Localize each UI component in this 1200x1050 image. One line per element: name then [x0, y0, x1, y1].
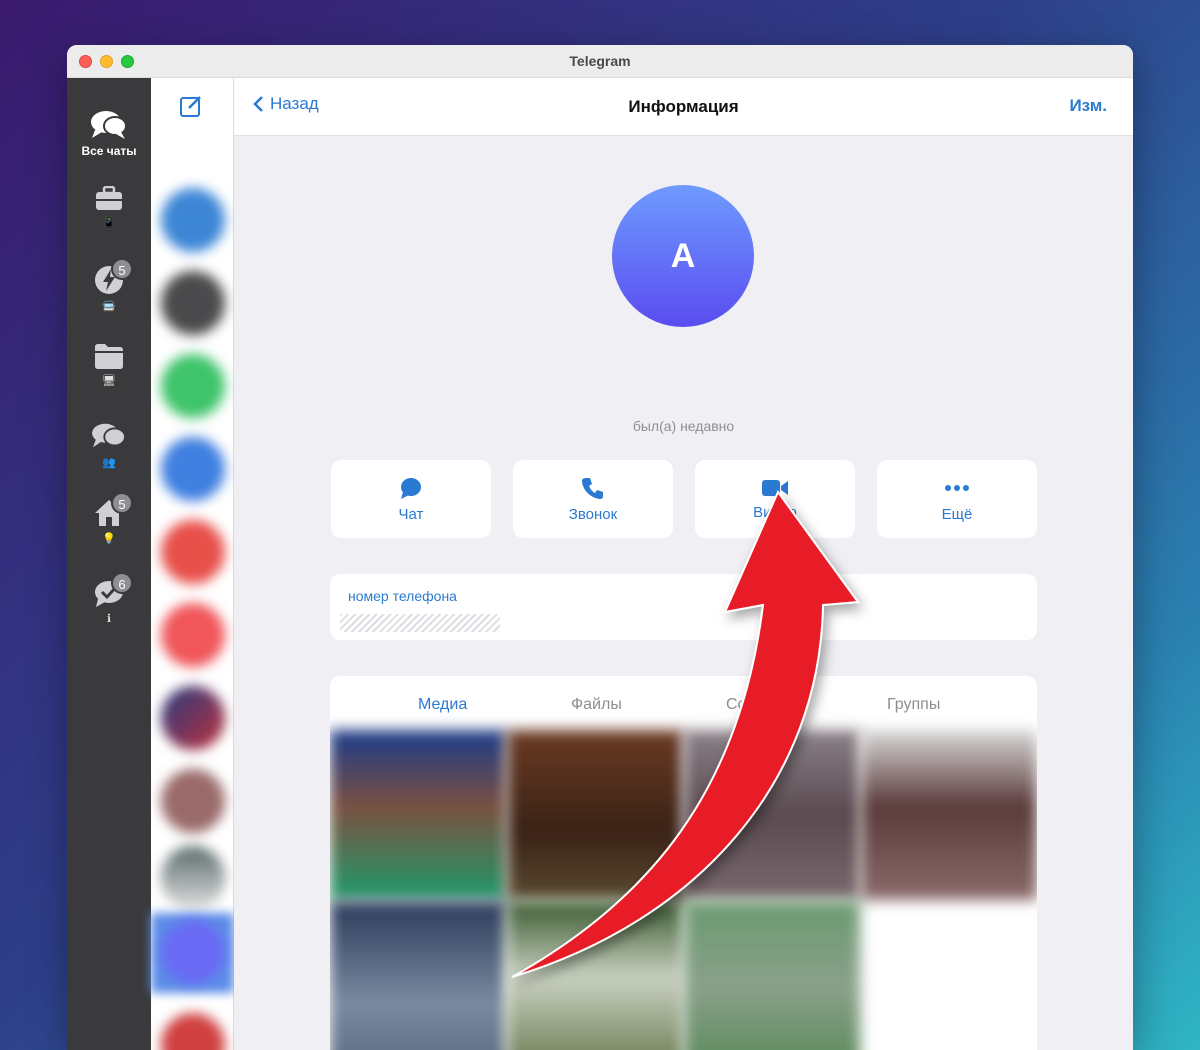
- more-dots-icon: [945, 484, 969, 491]
- folder-emoji: 💡: [102, 533, 116, 545]
- tab-links[interactable]: Ссыл: [726, 696, 766, 714]
- chat-avatar[interactable]: [161, 354, 225, 418]
- unread-badge: 5: [111, 258, 133, 280]
- tab-groups[interactable]: Группы: [887, 696, 940, 714]
- shared-media-section: Медиа Файлы Ссыл Группы: [330, 676, 1037, 1050]
- compose-icon: [180, 96, 201, 117]
- media-thumbnail[interactable]: [507, 730, 683, 900]
- media-tabs: Медиа Файлы Ссыл Группы: [330, 676, 1037, 730]
- chat-avatar[interactable]: [161, 520, 225, 584]
- media-thumbnail[interactable]: [330, 730, 506, 900]
- video-camera-icon: [762, 479, 788, 496]
- more-button[interactable]: Ещё: [877, 460, 1037, 538]
- folder-rail: Все чаты 📱 5 🚍 🖥 👥 5 💡 6 ℹ: [67, 78, 151, 1050]
- chat-avatar[interactable]: [161, 1013, 225, 1050]
- call-button[interactable]: Звонок: [513, 460, 673, 538]
- tab-media[interactable]: Медиа: [418, 696, 467, 714]
- media-thumbnail[interactable]: [861, 730, 1037, 900]
- folder-emoji: 🖥: [102, 375, 116, 387]
- chat-avatar[interactable]: [161, 271, 225, 335]
- nav-bar: Назад Информация Изм.: [234, 78, 1133, 136]
- action-buttons: Чат Звонок Видео Ещё: [331, 460, 1037, 538]
- chat-avatar[interactable]: [161, 437, 225, 501]
- video-button-label: Видео: [753, 503, 797, 521]
- page-title: Информация: [628, 97, 739, 116]
- phone-icon: [582, 477, 603, 499]
- folder-icon: [95, 344, 123, 369]
- contact-info-panel: Назад Информация Изм. А был(а) недавно Ч…: [234, 78, 1133, 1050]
- chat-button-label: Чат: [398, 505, 424, 523]
- chat-avatar[interactable]: [161, 603, 225, 667]
- media-thumbnail[interactable]: [507, 901, 683, 1050]
- more-button-label: Ещё: [941, 505, 973, 523]
- briefcase-icon: [96, 186, 122, 210]
- window-controls: [79, 55, 134, 68]
- chat-avatar[interactable]: [161, 188, 225, 252]
- compose-button[interactable]: [179, 94, 203, 123]
- call-button-label: Звонок: [568, 505, 618, 523]
- profile-avatar[interactable]: А: [612, 185, 754, 327]
- last-seen-status: был(а) недавно: [632, 418, 735, 434]
- phone-value-redacted: [340, 614, 500, 632]
- media-thumbnail[interactable]: [684, 901, 860, 1050]
- unread-badge: 6: [111, 572, 133, 594]
- folder-info[interactable]: 6 ℹ: [67, 572, 151, 625]
- folder-emoji: 📱: [102, 217, 116, 229]
- maximize-window-button[interactable]: [121, 55, 134, 68]
- chat-icon: [401, 477, 421, 499]
- video-button[interactable]: Видео: [695, 460, 855, 538]
- telegram-window: Telegram Все чаты 📱 5 🚍 🖥 👥 5 💡 6 ℹ Наза…: [67, 45, 1133, 1050]
- chat-avatar[interactable]: [161, 920, 225, 984]
- folder-emoji: 👥: [102, 457, 116, 469]
- media-thumbnail[interactable]: [684, 730, 860, 900]
- chat-bubbles-icon: [91, 111, 127, 139]
- folder-home[interactable]: 5 💡: [67, 492, 151, 545]
- phone-label: номер телефона: [348, 588, 457, 604]
- folder-emoji: ℹ: [106, 613, 112, 625]
- folder-emoji: 🚍: [102, 301, 116, 313]
- chat-list: [151, 78, 234, 1050]
- folder-label: Все чаты: [81, 144, 137, 158]
- chat-bubbles-icon: [92, 423, 126, 448]
- tab-files[interactable]: Файлы: [571, 696, 622, 714]
- media-thumbnail[interactable]: [330, 901, 506, 1050]
- media-grid: [330, 730, 1037, 1050]
- folder-all-chats[interactable]: Все чаты: [67, 108, 151, 158]
- chat-button[interactable]: Чат: [331, 460, 491, 538]
- folder-work[interactable]: 📱: [67, 186, 151, 229]
- phone-number-card[interactable]: номер телефона: [330, 574, 1037, 640]
- edit-button[interactable]: Изм.: [1069, 96, 1107, 116]
- folder-lightning[interactable]: 5 🚍: [67, 258, 151, 313]
- window-title: Telegram: [569, 53, 631, 69]
- title-bar: Telegram: [67, 45, 1133, 78]
- folder-groups[interactable]: 👥: [67, 420, 151, 469]
- avatar-initial: А: [670, 236, 696, 275]
- folder-files[interactable]: 🖥: [67, 342, 151, 387]
- minimize-window-button[interactable]: [100, 55, 113, 68]
- chat-avatar[interactable]: [161, 769, 225, 833]
- chat-avatar[interactable]: [161, 686, 225, 750]
- unread-badge: 5: [111, 492, 133, 514]
- close-window-button[interactable]: [79, 55, 92, 68]
- chat-avatar[interactable]: [161, 846, 225, 910]
